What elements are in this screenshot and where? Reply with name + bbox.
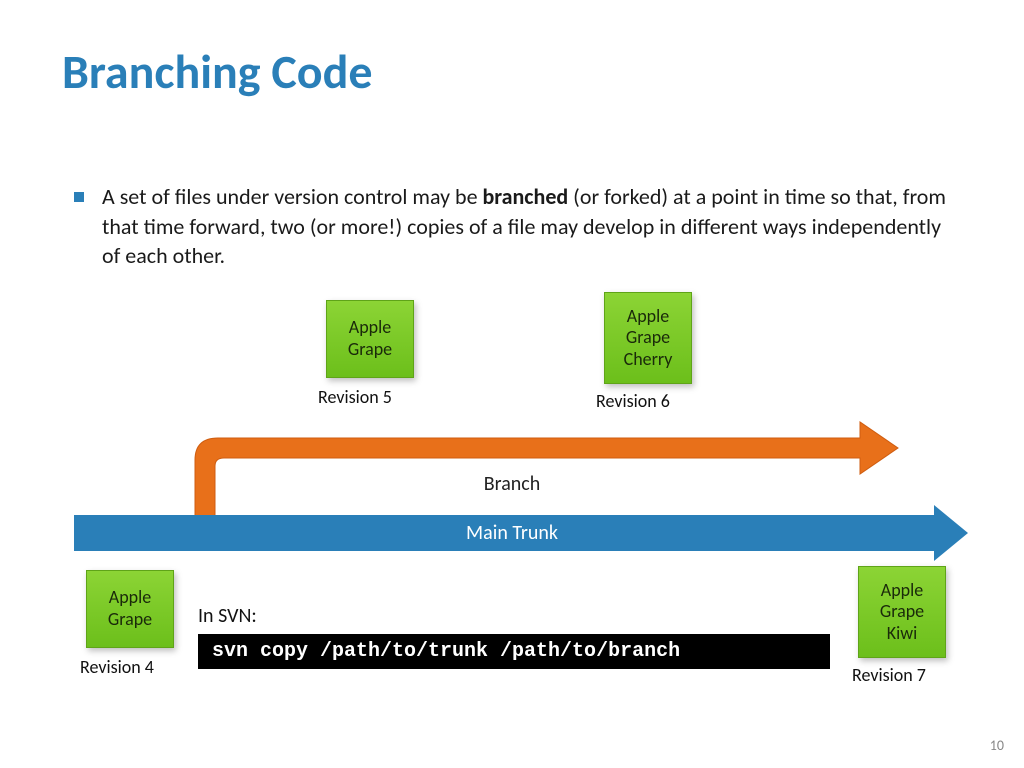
bullet-pre: A set of files under version control may… <box>102 183 483 210</box>
trunk-label: Main Trunk <box>0 515 1024 551</box>
bullet-marker-icon <box>74 192 84 202</box>
branching-diagram: AppleGrape Revision 5 AppleGrapeCherry R… <box>0 290 1024 730</box>
svn-caption: In SVN: <box>198 604 257 628</box>
revision-7-label: Revision 7 <box>852 664 926 686</box>
svn-command: svn copy /path/to/trunk /path/to/branch <box>198 634 830 669</box>
slide: Branching Code A set of files under vers… <box>0 0 1024 768</box>
bullet-bold: branched <box>483 183 569 210</box>
page-number: 10 <box>990 737 1004 754</box>
revision-7-box: AppleGrapeKiwi <box>858 566 946 658</box>
revision-4-label: Revision 4 <box>80 656 154 678</box>
bullet-item: A set of files under version control may… <box>74 182 954 271</box>
bullet-text: A set of files under version control may… <box>102 182 954 271</box>
revision-4-box: AppleGrape <box>86 570 174 648</box>
page-title: Branching Code <box>62 42 373 101</box>
branch-label: Branch <box>0 472 1024 496</box>
